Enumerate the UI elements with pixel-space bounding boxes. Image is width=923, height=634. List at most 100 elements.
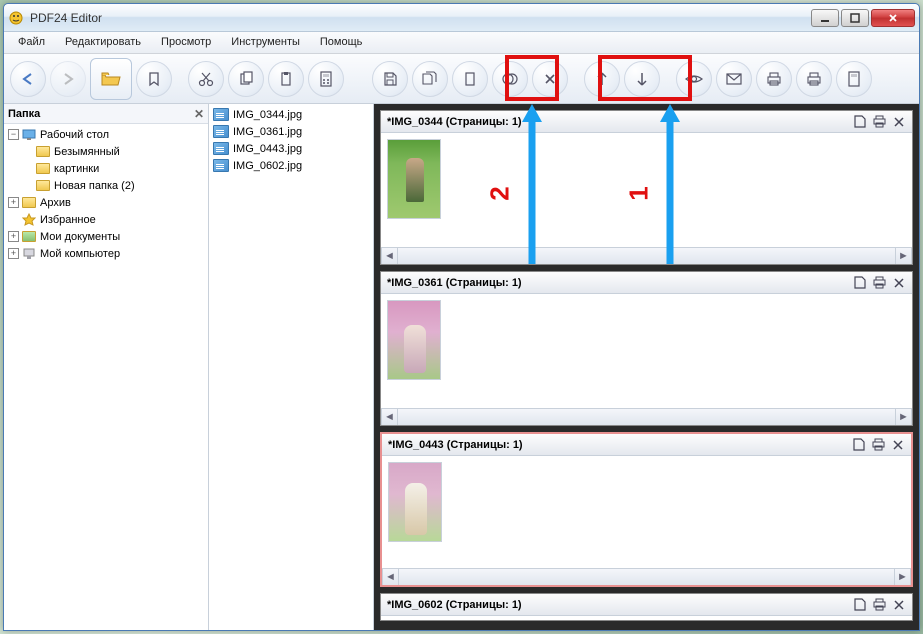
tree-item[interactable]: Избранное xyxy=(4,211,208,228)
tree-item[interactable]: Безымянный xyxy=(4,143,208,160)
move-up-button[interactable] xyxy=(584,61,620,97)
document-title: *IMG_0361 (Страницы: 1) xyxy=(387,277,522,289)
tree-label: Мой компьютер xyxy=(40,248,120,260)
page-thumbnail[interactable] xyxy=(387,139,441,219)
document-pane: *IMG_0344 (Страницы: 1) ◄► *IMG_0361 (Ст… xyxy=(374,104,919,630)
close-button[interactable] xyxy=(871,9,915,27)
desktop-icon xyxy=(21,129,37,141)
email-button[interactable] xyxy=(716,61,752,97)
document-scrollbar[interactable]: ◄► xyxy=(381,247,912,264)
document-title: *IMG_0602 (Страницы: 1) xyxy=(387,599,522,611)
workspace: Папка ✕ − Рабочий стол Безымянный картин… xyxy=(4,104,919,630)
tree-item[interactable]: +Архив xyxy=(4,194,208,211)
doc-save-icon[interactable] xyxy=(852,276,866,290)
bookmark-button[interactable] xyxy=(136,61,172,97)
menu-file[interactable]: Файл xyxy=(8,32,55,53)
new-page-button[interactable] xyxy=(452,61,488,97)
folder-icon xyxy=(35,146,51,158)
tree-root[interactable]: − Рабочий стол xyxy=(4,126,208,143)
doc-close-icon[interactable] xyxy=(891,438,905,452)
scroll-left-icon[interactable]: ◄ xyxy=(382,569,399,585)
merge-button[interactable] xyxy=(492,61,528,97)
save-button[interactable] xyxy=(372,61,408,97)
tree-item[interactable]: + Мой компьютер xyxy=(4,245,208,262)
app-window: PDF24 Editor Файл Редактировать Просмотр… xyxy=(3,3,920,631)
scroll-left-icon[interactable]: ◄ xyxy=(381,409,398,425)
cut-button[interactable] xyxy=(188,61,224,97)
print-button[interactable] xyxy=(756,61,792,97)
page-thumbnail[interactable] xyxy=(388,462,442,542)
folder-icon xyxy=(35,163,51,175)
tree-label: Рабочий стол xyxy=(40,129,109,141)
menu-edit[interactable]: Редактировать xyxy=(55,32,151,53)
toolbar xyxy=(4,54,919,104)
tree-item[interactable]: Новая папка (2) xyxy=(4,177,208,194)
expand-icon[interactable]: + xyxy=(8,197,19,208)
image-file-icon xyxy=(213,108,229,121)
doc-print-icon[interactable] xyxy=(872,276,886,290)
tree-label: Новая папка (2) xyxy=(54,180,135,192)
calc2-button[interactable] xyxy=(836,61,872,97)
expand-icon[interactable]: + xyxy=(8,248,19,259)
page-thumbnail[interactable] xyxy=(387,300,441,380)
computer-icon xyxy=(21,248,37,260)
file-item[interactable]: IMG_0443.jpg xyxy=(209,140,373,157)
back-button[interactable] xyxy=(10,61,46,97)
menubar: Файл Редактировать Просмотр Инструменты … xyxy=(4,32,919,54)
document-header: *IMG_0344 (Страницы: 1) xyxy=(381,111,912,133)
doc-close-icon[interactable] xyxy=(892,276,906,290)
scroll-left-icon[interactable]: ◄ xyxy=(381,248,398,264)
document-card[interactable]: *IMG_0344 (Страницы: 1) ◄► xyxy=(380,110,913,265)
expand-icon[interactable]: + xyxy=(8,231,19,242)
document-body xyxy=(382,456,911,568)
file-item[interactable]: IMG_0361.jpg xyxy=(209,123,373,140)
folder-tree[interactable]: − Рабочий стол Безымянный картинки Новая… xyxy=(4,124,208,630)
menu-help[interactable]: Помощь xyxy=(310,32,373,53)
image-file-icon xyxy=(213,125,229,138)
delete-button[interactable] xyxy=(532,61,568,97)
scroll-right-icon[interactable]: ► xyxy=(895,409,912,425)
file-item[interactable]: IMG_0344.jpg xyxy=(209,106,373,123)
forward-button[interactable] xyxy=(50,61,86,97)
tree-item[interactable]: картинки xyxy=(4,160,208,177)
save-all-button[interactable] xyxy=(412,61,448,97)
document-card[interactable]: *IMG_0361 (Страницы: 1) ◄► xyxy=(380,271,913,426)
document-title: *IMG_0443 (Страницы: 1) xyxy=(388,439,523,451)
document-header: *IMG_0602 (Страницы: 1) xyxy=(381,594,912,616)
titlebar: PDF24 Editor xyxy=(4,4,919,32)
tree-item[interactable]: +Мои документы xyxy=(4,228,208,245)
move-down-button[interactable] xyxy=(624,61,660,97)
doc-print-icon[interactable] xyxy=(872,115,886,129)
document-card-selected[interactable]: *IMG_0443 (Страницы: 1) ◄► xyxy=(380,432,913,587)
scroll-right-icon[interactable]: ► xyxy=(895,248,912,264)
copy-button[interactable] xyxy=(228,61,264,97)
file-name: IMG_0443.jpg xyxy=(233,143,302,155)
doc-close-icon[interactable] xyxy=(892,115,906,129)
minimize-button[interactable] xyxy=(811,9,839,27)
document-card[interactable]: *IMG_0602 (Страницы: 1) xyxy=(380,593,913,621)
preview-button[interactable] xyxy=(676,61,712,97)
menu-view[interactable]: Просмотр xyxy=(151,32,221,53)
doc-print-icon[interactable] xyxy=(871,438,885,452)
file-name: IMG_0361.jpg xyxy=(233,126,302,138)
open-button[interactable] xyxy=(90,58,132,100)
maximize-button[interactable] xyxy=(841,9,869,27)
doc-save-icon[interactable] xyxy=(852,115,866,129)
scroll-right-icon[interactable]: ► xyxy=(894,569,911,585)
collapse-icon[interactable]: − xyxy=(8,129,19,140)
calc-button[interactable] xyxy=(308,61,344,97)
document-scrollbar[interactable]: ◄► xyxy=(382,568,911,585)
tree-label: картинки xyxy=(54,163,99,175)
document-scrollbar[interactable]: ◄► xyxy=(381,408,912,425)
paste-button[interactable] xyxy=(268,61,304,97)
folder-pane-close-icon[interactable]: ✕ xyxy=(194,107,204,121)
file-item[interactable]: IMG_0602.jpg xyxy=(209,157,373,174)
doc-save-icon[interactable] xyxy=(851,438,865,452)
doc-save-icon[interactable] xyxy=(852,598,866,612)
print2-button[interactable] xyxy=(796,61,832,97)
doc-close-icon[interactable] xyxy=(892,598,906,612)
menu-tools[interactable]: Инструменты xyxy=(221,32,310,53)
doc-print-icon[interactable] xyxy=(872,598,886,612)
image-file-icon xyxy=(213,142,229,155)
folder-pane-title: Папка xyxy=(8,108,40,120)
